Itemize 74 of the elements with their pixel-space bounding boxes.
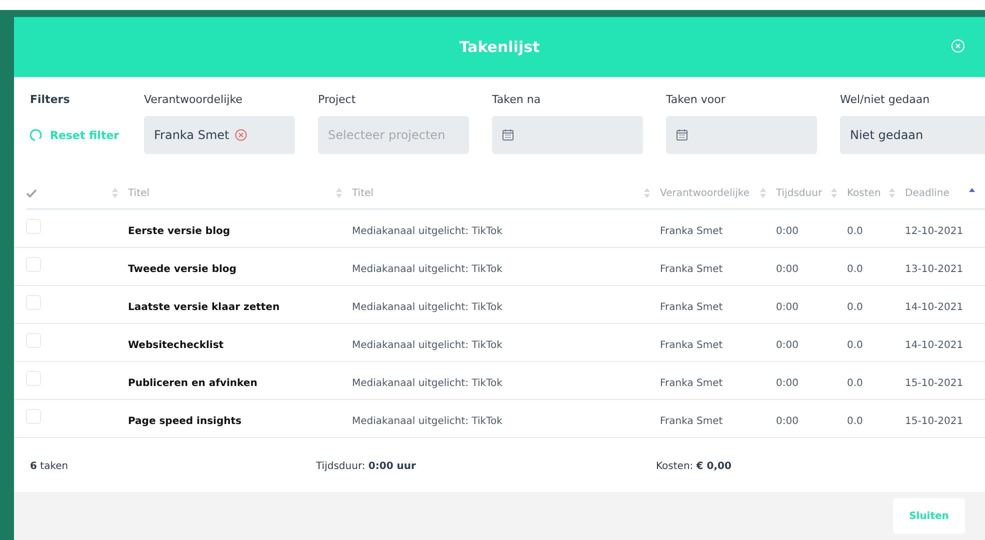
table-cell: 0.0 [847,226,863,237]
table-cell: 0.0 [847,264,863,275]
table-cell: 0.0 [847,378,863,389]
column-header[interactable]: Kosten [847,188,881,198]
close-icon[interactable] [951,39,967,55]
task-title: Page speed insights [128,416,242,427]
table-cell: 0:00 [776,264,798,275]
filter-field[interactable]: Franka Smet [144,116,295,154]
table-cell: 15-10-2021 [905,378,964,389]
calendar-icon [502,129,514,141]
table-cell: 12-10-2021 [905,226,964,237]
calendar-icon [676,129,688,141]
task-title: Eerste versie blog [128,226,230,237]
table-cell: Mediakanaal uitgelicht: TikTok [352,340,502,351]
filter-label: Project [318,93,357,107]
table-cell: 0:00 [776,302,798,313]
date-field[interactable] [492,116,643,154]
sort-icon[interactable] [112,188,118,198]
remove-icon[interactable] [235,129,248,141]
filter-label: Wel/niet gedaan [840,93,931,107]
column-header[interactable]: Deadline [905,188,950,198]
table-cell: 0:00 [776,378,798,389]
sort-icon[interactable] [760,188,766,198]
date-field[interactable] [666,116,817,154]
table-cell: 0.0 [847,416,863,427]
column-header[interactable]: Tijdsduur [776,188,822,198]
chip-label: Franka Smet [154,128,230,142]
filter-field[interactable]: Niet gedaan [840,116,985,154]
table-cell: Franka Smet [660,416,723,427]
table-cell: 13-10-2021 [905,264,964,275]
sort-icon[interactable] [644,188,650,198]
filter-label: Taken voor [666,93,726,107]
sort-icon[interactable] [889,188,895,198]
modal-title: Takenlijst [459,38,540,56]
check-icon [26,188,37,198]
column-header[interactable]: Titel [128,188,150,198]
table-cell: Mediakanaal uitgelicht: TikTok [352,264,502,275]
placeholder-text: Selecteer projecten [328,128,446,142]
reset-filter-button[interactable]: Reset filter [30,116,144,154]
reset-icon [30,129,42,141]
task-title: Tweede versie blog [128,264,236,275]
table-cell: Mediakanaal uitgelicht: TikTok [352,378,502,389]
column-header[interactable]: Titel [352,188,374,198]
task-title: Laatste versie klaar zetten [128,302,280,313]
table-cell: 0.0 [847,302,863,313]
table-cell: Franka Smet [660,264,723,275]
task-title: Publiceren en afvinken [128,378,258,389]
table-cell: 0:00 [776,340,798,351]
filter-field[interactable]: Selecteer projecten [318,116,469,154]
filter-label: Verantwoordelijke [144,93,244,107]
table-cell: 14-10-2021 [905,302,964,313]
table-cell: Mediakanaal uitgelicht: TikTok [352,416,502,427]
column-header[interactable]: Verantwoordelijke [660,188,750,198]
table-cell: 0:00 [776,226,798,237]
table-cell: Mediakanaal uitgelicht: TikTok [352,302,502,313]
table-cell: Franka Smet [660,302,723,313]
sort-icon[interactable] [831,188,837,198]
table-cell: 15-10-2021 [905,416,964,427]
table-cell: 0:00 [776,416,798,427]
filter-label: Taken na [492,93,542,107]
table-cell: Franka Smet [660,378,723,389]
task-title: Websitechecklist [128,340,224,351]
close-button[interactable]: Sluiten [893,498,965,534]
table-cell: Franka Smet [660,226,723,237]
field-value: Niet gedaan [850,128,924,142]
filters-label: Filters [30,93,71,107]
table-cell: 0.0 [847,340,863,351]
summary-text: Kosten: € 0,00 [656,461,732,472]
summary-text: Tijdsduur: 0:00 uur [316,461,416,472]
summary-text: 6 taken [30,461,68,472]
table-cell: 14-10-2021 [905,340,964,351]
table-cell: Franka Smet [660,340,723,351]
table-cell: Mediakanaal uitgelicht: TikTok [352,226,502,237]
sort-icon[interactable] [336,188,342,198]
